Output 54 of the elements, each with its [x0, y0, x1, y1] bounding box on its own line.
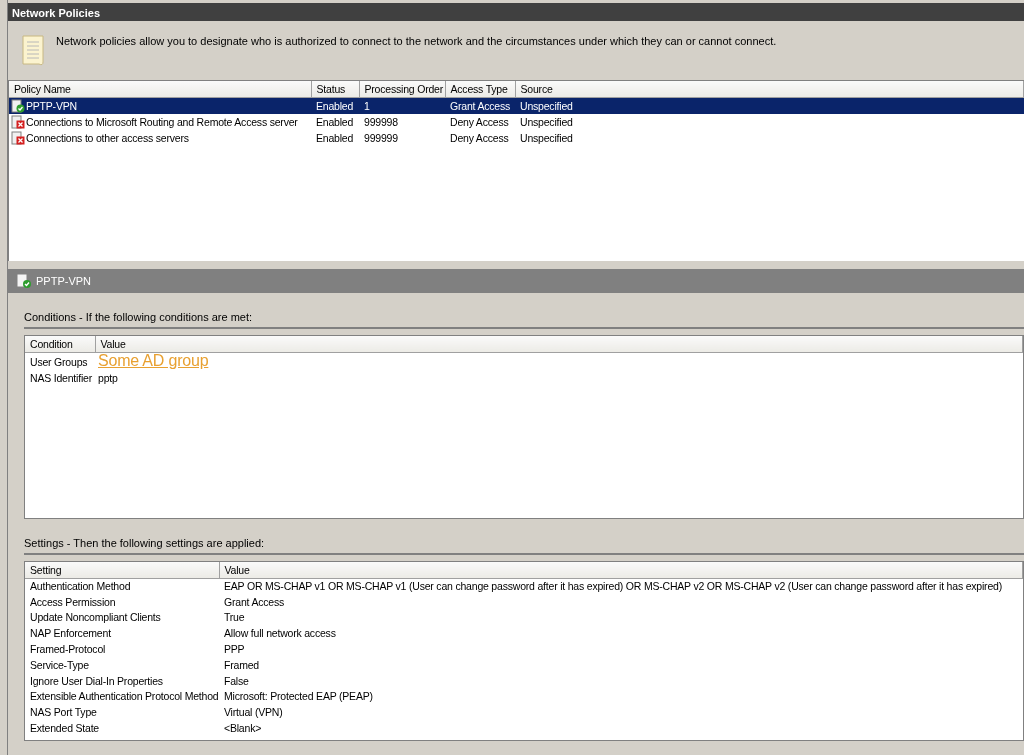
table-cell-text: Unspecified	[519, 131, 574, 146]
column-header[interactable]: Value	[95, 336, 1023, 353]
table-cell: pptp	[98, 372, 118, 384]
table-cell: Authentication Method	[25, 578, 219, 595]
table-cell-text: False	[223, 673, 250, 689]
column-header[interactable]: Access Type	[445, 81, 515, 98]
table-cell-text: Virtual (VPN)	[223, 705, 284, 721]
table-cell: Deny Access	[445, 114, 515, 130]
table-cell-text: Enabled	[315, 131, 355, 146]
table-cell-text: NAS Identifier	[29, 371, 93, 386]
table-cell-text: True	[223, 610, 246, 626]
conditions-heading: Conditions - If the following conditions are met:	[24, 293, 1024, 329]
table-cell-text: Grant Access	[223, 594, 286, 610]
column-header[interactable]: Policy Name	[9, 81, 311, 98]
table-cell-text: <Blank>	[223, 721, 263, 737]
table-cell-text: Framed	[223, 657, 260, 673]
table-cell: 999998	[359, 114, 445, 130]
table-cell: Unspecified	[515, 114, 1024, 130]
table-cell-text: Microsoft: Protected EAP (PEAP)	[223, 689, 374, 705]
table-cell-text: Access Permission	[29, 594, 117, 610]
settings-heading: Settings - Then the following settings are applied:	[24, 519, 1024, 555]
table-cell-text: Service-Type	[29, 657, 90, 673]
policy-icon	[16, 273, 32, 289]
description: Network policies allow you to designate who is authorized to connect to the network and the circumstances under which they can or cannot connect.	[56, 34, 777, 49]
table-cell-text: NAS Port Type	[29, 705, 98, 721]
column-header[interactable]: Value	[219, 562, 1023, 579]
table-cell: Enabled	[311, 114, 359, 130]
column-header[interactable]: Condition	[25, 336, 95, 353]
table-cell-text: Ignore User Dial-In Properties	[29, 673, 164, 689]
table-cell-text: Extensible Authentication Protocol Method	[29, 689, 219, 705]
table-cell-text: 999999	[363, 131, 399, 146]
table-cell-text: NAP Enforcement	[29, 626, 112, 642]
splitter-bar[interactable]	[8, 261, 1024, 269]
column-header[interactable]: Status	[311, 81, 359, 98]
policy-name: Connections to Microsoft Routing and Remote Access server	[26, 116, 298, 128]
policy-row[interactable]: PPTP-VPN Enabled 1 Grant Access Unspecified	[9, 97, 1024, 114]
notepad-icon	[20, 33, 46, 67]
policy-name: Connections to other access servers	[26, 132, 189, 144]
column-header[interactable]: Source	[515, 81, 1024, 98]
panel-title: Network Policies	[8, 3, 1024, 23]
table-cell-text: Extended State	[29, 721, 100, 737]
column-header[interactable]: Setting	[25, 562, 219, 579]
policy-row[interactable]: Connections to other access servers Enabled 999999 Deny Access Unspecified	[9, 130, 1024, 146]
table-cell-text: Update Noncompliant Clients	[29, 610, 162, 626]
table-cell: User Groups	[25, 352, 95, 370]
column-header[interactable]: Processing Order	[359, 81, 445, 98]
table-cell-text: Deny Access	[449, 131, 510, 146]
policy-name: PPTP-VPN	[26, 100, 77, 112]
table-cell: EAP OR MS-CHAP v1 OR MS-CHAP v1 (User can change password after it has expired) OR MS-CHAP v2 OR MS-CHAP v2 (User can change password after it has expired)	[219, 578, 1023, 595]
details-title: PPTP-VPN	[36, 274, 91, 289]
table-cell-text: PPP	[223, 642, 246, 658]
table-cell-text: Framed-Protocol	[29, 642, 107, 658]
table-cell-text: Allow full network access	[223, 626, 337, 642]
policy-row[interactable]: Connections to Microsoft Routing and Remote Access server Enabled 999998 Deny Access Unspecified	[9, 114, 1024, 130]
